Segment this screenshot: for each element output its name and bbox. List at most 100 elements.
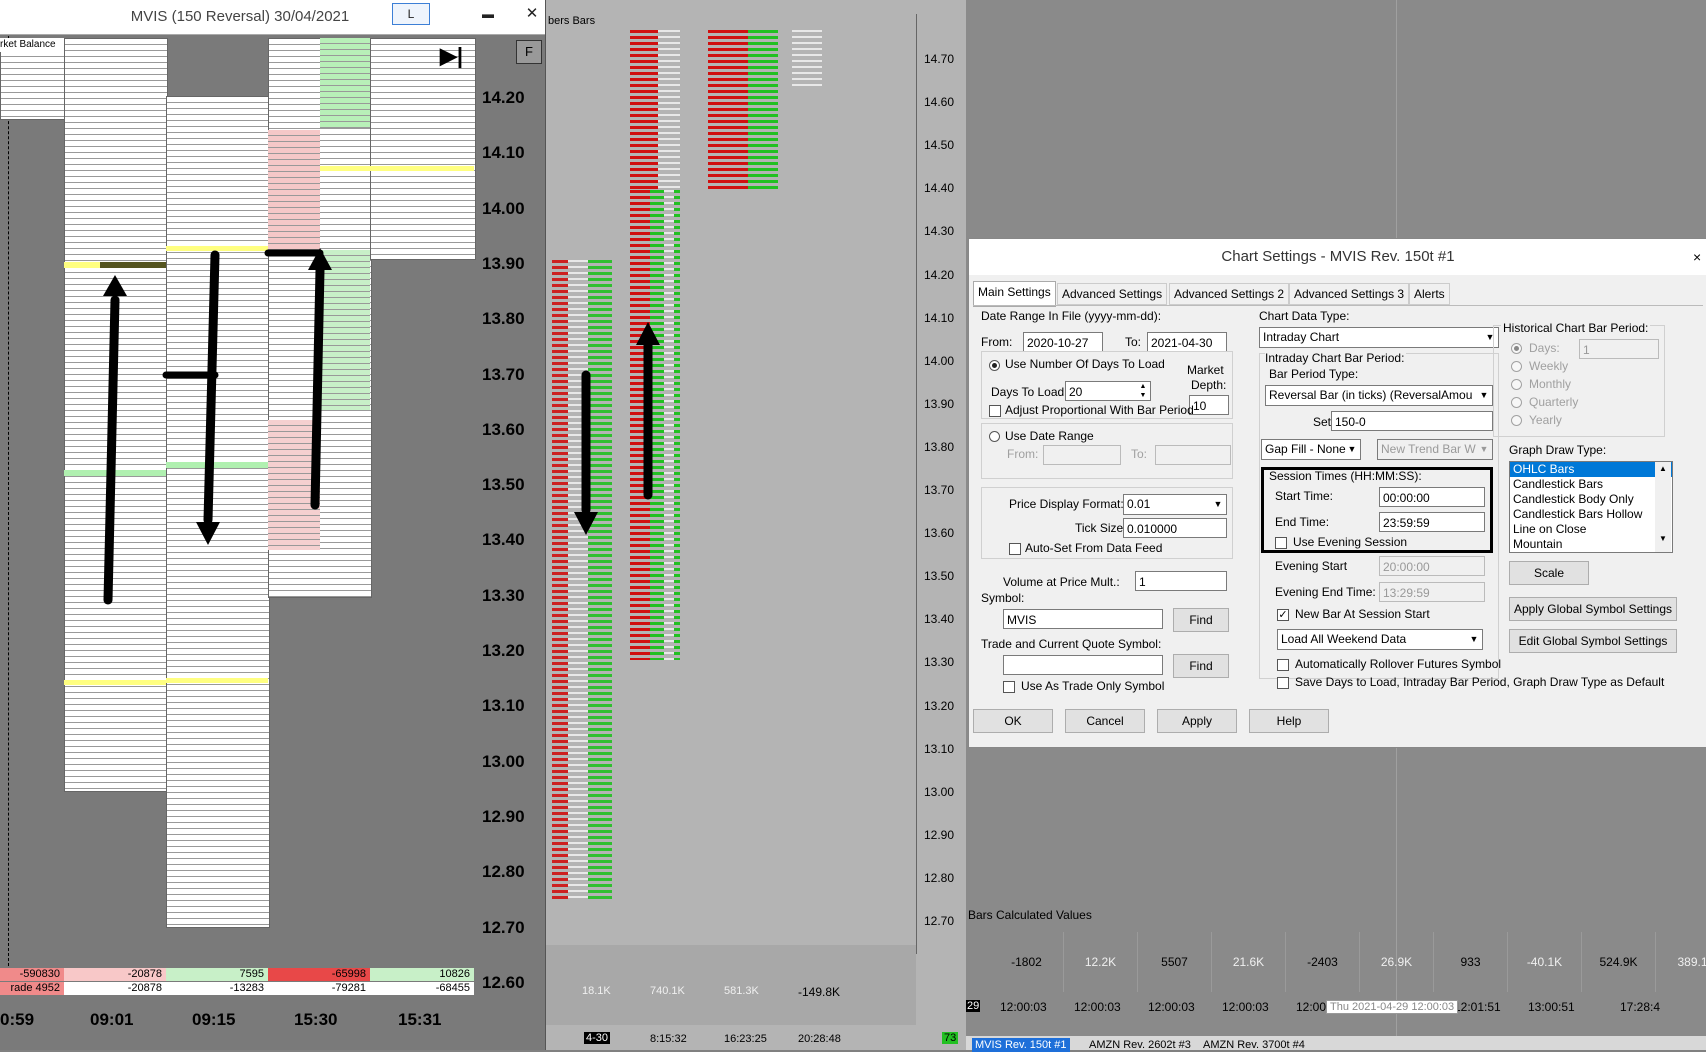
- chevron-down-icon: ▼: [1347, 444, 1357, 454]
- evening-end-input[interactable]: 13:29:59: [1379, 582, 1485, 602]
- hist-days-radio[interactable]: [1511, 343, 1522, 354]
- apply-button[interactable]: Apply: [1157, 709, 1237, 733]
- spinner-icon[interactable]: ▲ ▼: [1137, 382, 1149, 400]
- calc-value-cell: 26.9K: [1360, 932, 1434, 992]
- tick-size-input[interactable]: 0.010000: [1123, 518, 1227, 538]
- time-axis-label: 13:00:51: [1528, 1000, 1575, 1014]
- mid-price-label: 13.60: [924, 526, 955, 541]
- price-label: 13.00: [482, 751, 525, 771]
- adjust-proportional-checkbox[interactable]: [989, 405, 1001, 417]
- mid-chart-window: bers Bars 14.70 14.60 14.50 14.40 14.30 14.20…: [546, 0, 966, 1050]
- time-axis-label: 12:00:03: [1074, 1000, 1121, 1014]
- graph-draw-item[interactable]: OHLC Bars: [1510, 462, 1672, 477]
- use-days-radio[interactable]: [989, 360, 1000, 371]
- symbol-input[interactable]: MVIS: [1003, 609, 1163, 629]
- market-depth-input[interactable]: 10: [1189, 395, 1229, 415]
- time-axis-label: 12:01:51: [1454, 1000, 1501, 1014]
- hist-weekly-label: Weekly: [1529, 359, 1569, 373]
- stat-bottom-2: -13283: [166, 982, 268, 995]
- hist-monthly-label: Monthly: [1529, 377, 1572, 391]
- scale-button[interactable]: Scale: [1509, 561, 1589, 585]
- graph-draw-item[interactable]: Candlestick Bars Hollow: [1510, 507, 1672, 522]
- hist-monthly-radio[interactable]: [1511, 379, 1522, 390]
- graph-draw-item[interactable]: Candlestick Bars: [1510, 477, 1672, 492]
- ok-button[interactable]: OK: [973, 709, 1053, 733]
- to-date-input[interactable]: 2021-04-30: [1147, 332, 1227, 352]
- dr-from-input[interactable]: [1043, 445, 1121, 465]
- hist-quarterly-radio[interactable]: [1511, 397, 1522, 408]
- end-time-input[interactable]: 23:59:59: [1379, 512, 1485, 532]
- trade-symbol-find-button[interactable]: Find: [1173, 654, 1229, 678]
- price-format-value: 0.01: [1127, 497, 1151, 511]
- tab-main-settings[interactable]: Main Settings: [973, 281, 1056, 307]
- listbox-scrollbar[interactable]: ▲ ▼: [1655, 462, 1671, 552]
- help-button[interactable]: Help: [1249, 709, 1329, 733]
- vap-input[interactable]: 1: [1135, 571, 1227, 591]
- graph-draw-listbox[interactable]: OHLC Bars Candlestick Bars Candlestick B…: [1509, 461, 1673, 553]
- mid-price-label: 13.40: [924, 612, 955, 627]
- apply-global-button[interactable]: Apply Global Symbol Settings: [1509, 597, 1677, 621]
- use-evening-label: Use Evening Session: [1293, 535, 1408, 549]
- hist-yearly-radio[interactable]: [1511, 415, 1522, 426]
- price-label: 13.30: [482, 585, 525, 605]
- mid-time-1: 8:15:32: [650, 1033, 687, 1045]
- use-evening-checkbox[interactable]: [1275, 537, 1287, 549]
- hist-weekly-radio[interactable]: [1511, 361, 1522, 372]
- price-label: 13.80: [482, 309, 525, 329]
- auto-set-checkbox[interactable]: [1009, 543, 1021, 555]
- rollover-checkbox[interactable]: [1277, 659, 1289, 671]
- bar-period-type-select[interactable]: Reversal Bar (in ticks) (ReversalAmou ▼: [1265, 385, 1493, 406]
- cancel-button[interactable]: Cancel: [1065, 709, 1145, 733]
- graph-draw-item[interactable]: Mountain: [1510, 537, 1672, 552]
- chevron-down-icon: ▼: [1213, 499, 1223, 509]
- evening-start-input[interactable]: 20:00:00: [1379, 556, 1485, 576]
- jump-to-end-icon[interactable]: ▶|: [440, 44, 470, 68]
- price-label: 14.00: [482, 198, 525, 218]
- date-range-label: Date Range In File (yyyy-mm-dd):: [981, 309, 1162, 323]
- mid-price-label: 14.20: [924, 267, 955, 282]
- time-axis-label: 12:00:03: [1148, 1000, 1195, 1014]
- calc-value-cell: 524.9K: [1582, 932, 1656, 992]
- price-format-select[interactable]: 0.01 ▼: [1123, 494, 1227, 515]
- hist-days-input[interactable]: 1: [1579, 339, 1659, 359]
- time-label-3: 15:30: [294, 1010, 338, 1029]
- gap-fill-select[interactable]: Gap Fill - None ▼: [1261, 439, 1361, 460]
- calc-value-cell: 389.1: [1656, 932, 1706, 992]
- use-trade-only-checkbox[interactable]: [1003, 681, 1015, 693]
- mid-time-2: 16:23:25: [724, 1033, 767, 1045]
- use-date-range-radio[interactable]: [989, 431, 1000, 442]
- save-days-checkbox[interactable]: [1277, 677, 1289, 689]
- tab-advanced-settings-3[interactable]: Advanced Settings 3: [1289, 283, 1410, 305]
- mid-price-label: 12.70: [924, 914, 955, 928]
- from-date-input[interactable]: 2020-10-27: [1023, 332, 1103, 352]
- price-label: 14.20: [482, 88, 525, 107]
- price-label: 12.70: [482, 917, 525, 937]
- price-label: 13.20: [482, 641, 525, 660]
- tab-alerts[interactable]: Alerts: [1409, 283, 1450, 305]
- tab-advanced-settings[interactable]: Advanced Settings: [1057, 283, 1168, 305]
- graph-draw-item[interactable]: Line on Close: [1510, 522, 1672, 537]
- graph-draw-item[interactable]: Candlestick Body Only: [1510, 492, 1672, 507]
- new-trend-select[interactable]: New Trend Bar W ▼: [1377, 439, 1493, 460]
- dialog-close-icon[interactable]: ×: [1693, 239, 1706, 275]
- chart-data-type-select[interactable]: Intraday Chart ▼: [1259, 327, 1499, 348]
- edit-global-button[interactable]: Edit Global Symbol Settings: [1509, 629, 1677, 653]
- mid-price-label: 13.90: [924, 396, 955, 411]
- historical-label: Historical Chart Bar Period:: [1501, 321, 1651, 335]
- symbol-find-button[interactable]: Find: [1173, 608, 1229, 632]
- from-label: From:: [981, 335, 1013, 349]
- market-depth-label-1: Market: [1187, 363, 1224, 377]
- tab-advanced-settings-2[interactable]: Advanced Settings 2: [1169, 283, 1290, 305]
- new-bar-session-checkbox[interactable]: ✓: [1277, 609, 1289, 621]
- setting-input[interactable]: 150-0: [1331, 411, 1493, 431]
- mid-footer-value-3: -149.8K: [798, 985, 841, 999]
- f-button[interactable]: F: [516, 40, 542, 64]
- time-axis-label: 12:00:03: [1000, 1000, 1047, 1014]
- dr-to-input[interactable]: [1155, 445, 1231, 465]
- time-axis-label: 12:00: [1296, 1000, 1327, 1014]
- start-time-input[interactable]: 00:00:00: [1379, 487, 1485, 507]
- chevron-down-icon: ▼: [1469, 634, 1479, 644]
- weekend-data-select[interactable]: Load All Weekend Data ▼: [1277, 629, 1483, 650]
- stat-bottom-3: -79281: [268, 982, 370, 995]
- trade-symbol-input[interactable]: [1003, 655, 1163, 675]
